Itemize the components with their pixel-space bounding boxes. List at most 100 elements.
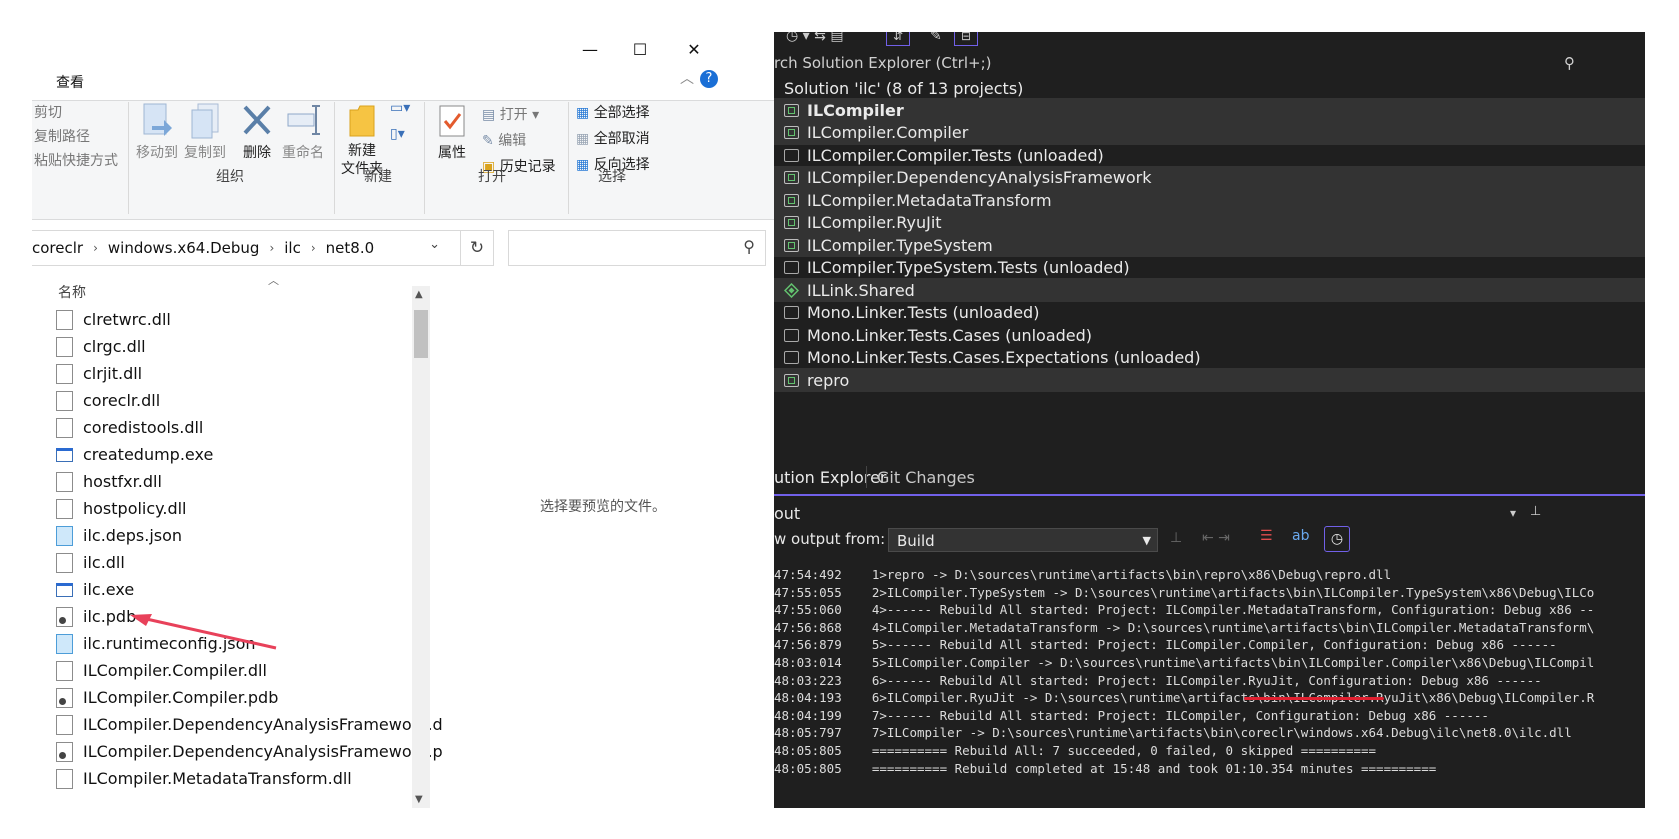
file-row[interactable]: ilc.dll bbox=[56, 549, 412, 576]
edit-button[interactable]: ✎ 编辑 bbox=[482, 130, 526, 150]
paste-shortcut-button[interactable]: 粘贴快捷方式 bbox=[34, 150, 118, 170]
pane-dropdown-icon[interactable]: ▾ bbox=[1510, 506, 1516, 520]
output-toolbar: w output from: Build ▼ ⊥ ⇤ ⇥ ☰ ab ◷ bbox=[774, 524, 1645, 556]
find-message-icon[interactable]: ⊥ bbox=[1170, 530, 1182, 546]
output-source-select[interactable]: Build ▼ bbox=[888, 528, 1158, 552]
file-name: clrgc.dll bbox=[83, 337, 146, 356]
vertical-scrollbar[interactable] bbox=[412, 286, 430, 808]
open-button[interactable]: ▤ 打开 ▾ bbox=[482, 104, 539, 124]
properties-button[interactable]: 属性 bbox=[430, 142, 474, 162]
minimize-button[interactable]: — bbox=[562, 32, 618, 66]
scroll-up-icon[interactable]: ▲ bbox=[415, 289, 423, 300]
move-to-button[interactable]: 移动到 bbox=[132, 142, 182, 162]
select-none-button[interactable]: ▦ 全部取消 bbox=[576, 128, 650, 148]
refresh-button[interactable]: ↻ bbox=[460, 230, 494, 266]
project-name: Mono.Linker.Tests.Cases.Expectations (un… bbox=[807, 348, 1201, 367]
address-bar[interactable]: coreclr › windows.x64.Debug › ilc › net8.0 … bbox=[32, 230, 461, 266]
project-node[interactable]: ILLink.Shared bbox=[774, 278, 1645, 302]
copy-to-button[interactable]: 复制到 bbox=[180, 142, 230, 162]
wrench-icon[interactable]: ✎ bbox=[930, 32, 942, 44]
search-icon: ⚲ bbox=[743, 237, 755, 256]
file-row[interactable]: hostfxr.dll bbox=[56, 468, 412, 495]
file-row[interactable]: coreclr.dll bbox=[56, 387, 412, 414]
project-node[interactable]: Mono.Linker.Tests (unloaded) bbox=[774, 301, 1645, 325]
file-row[interactable]: ilc.exe bbox=[56, 576, 412, 603]
collapse-ribbon-icon[interactable]: ︿ bbox=[680, 68, 694, 88]
solution-explorer-tabs: ution Explorer Git Changes bbox=[774, 462, 1645, 496]
file-name: coredistools.dll bbox=[83, 418, 204, 437]
solution-explorer-search[interactable]: rch Solution Explorer (Ctrl+;) ⚲ bbox=[774, 54, 1645, 76]
search-placeholder: rch Solution Explorer (Ctrl+;) bbox=[774, 54, 992, 72]
breadcrumb-ilc[interactable]: ilc bbox=[284, 239, 301, 257]
file-row[interactable]: ILCompiler.MetadataTransform.dll bbox=[56, 765, 412, 792]
preview-icon[interactable]: ⊟ bbox=[954, 32, 978, 46]
select-all-button[interactable]: ▦ 全部选择 bbox=[576, 102, 650, 122]
maximize-button[interactable]: ☐ bbox=[612, 32, 668, 66]
file-row[interactable]: hostpolicy.dll bbox=[56, 495, 412, 522]
file-name: ILCompiler.Compiler.pdb bbox=[83, 688, 279, 707]
project-node[interactable]: ILCompiler bbox=[774, 98, 1645, 122]
close-button[interactable]: ✕ bbox=[666, 32, 722, 66]
project-node[interactable]: Mono.Linker.Tests.Cases (unloaded) bbox=[774, 323, 1645, 347]
log-line: 47:56:879 5>------ Rebuild All started: … bbox=[774, 637, 1557, 653]
timestamp-toggle-icon[interactable]: ◷ bbox=[1324, 526, 1350, 552]
file-row[interactable]: ILCompiler.DependencyAnalysisFramework.p bbox=[56, 738, 443, 765]
project-node[interactable]: ILCompiler.MetadataTransform bbox=[774, 188, 1645, 212]
solution-node[interactable]: Solution 'ilc' (8 of 13 projects) bbox=[774, 76, 1645, 100]
search-input[interactable]: ⚲ bbox=[508, 230, 766, 266]
file-name: createdump.exe bbox=[83, 445, 214, 464]
unloaded-project-icon bbox=[784, 148, 799, 162]
previous-message-icon[interactable]: ⇤ ⇥ bbox=[1202, 530, 1230, 546]
project-node[interactable]: Mono.Linker.Tests.Cases.Expectations (un… bbox=[774, 346, 1645, 370]
delete-icon bbox=[242, 104, 272, 136]
chevron-right-icon: › bbox=[269, 241, 275, 255]
dll-file-icon bbox=[56, 336, 73, 357]
output-from-label: w output from: bbox=[774, 530, 886, 548]
log-line: 48:03:223 6>------ Rebuild All started: … bbox=[774, 672, 1542, 688]
file-row[interactable]: createdump.exe bbox=[56, 441, 412, 468]
column-header-name[interactable]: 名称 bbox=[58, 282, 86, 302]
ribbon-tab-view[interactable]: 查看 bbox=[56, 72, 84, 92]
tab-git-changes[interactable]: Git Changes bbox=[877, 468, 975, 487]
file-row[interactable]: coredistools.dll bbox=[56, 414, 412, 441]
file-name: ILCompiler.DependencyAnalysisFramework.d bbox=[83, 715, 443, 734]
file-row[interactable]: ILCompiler.DependencyAnalysisFramework.d bbox=[56, 711, 443, 738]
copy-path-button[interactable]: 复制路径 bbox=[34, 126, 90, 146]
project-node[interactable]: ILCompiler.TypeSystem.Tests (unloaded) bbox=[774, 256, 1645, 280]
project-name: ILCompiler.DependencyAnalysisFramework bbox=[807, 168, 1152, 187]
history-icon[interactable]: ◷ ▾ ⇆ ▤ bbox=[786, 32, 844, 44]
rename-button[interactable]: 重命名 bbox=[280, 142, 326, 162]
help-icon[interactable]: ? bbox=[700, 70, 718, 88]
word-wrap-icon[interactable]: ab bbox=[1292, 528, 1309, 544]
breadcrumb-coreclr[interactable]: coreclr bbox=[32, 239, 83, 257]
scrollbar-thumb[interactable] bbox=[414, 310, 428, 358]
easy-access-icon[interactable]: ▯▾ bbox=[390, 126, 405, 142]
scroll-down-icon[interactable]: ▼ bbox=[415, 794, 423, 805]
file-row[interactable]: ilc.deps.json bbox=[56, 522, 412, 549]
tab-solution-explorer[interactable]: ution Explorer bbox=[774, 468, 887, 487]
breadcrumb-net8[interactable]: net8.0 bbox=[326, 239, 374, 257]
file-row[interactable]: ILCompiler.Compiler.dll bbox=[56, 657, 412, 684]
project-node[interactable]: ILCompiler.TypeSystem bbox=[774, 233, 1645, 257]
delete-button[interactable]: 删除 bbox=[234, 142, 280, 162]
breadcrumb-windows-x64-debug[interactable]: windows.x64.Debug bbox=[108, 239, 260, 257]
new-item-icon[interactable]: ▭▾ bbox=[390, 100, 410, 116]
output-log: 47:54:492 1>repro -> D:\sources\runtime\… bbox=[774, 566, 1594, 777]
project-node[interactable]: ILCompiler.Compiler bbox=[774, 120, 1645, 145]
project-node[interactable]: ILCompiler.RyuJit bbox=[774, 210, 1645, 235]
file-row[interactable]: clrjit.dll bbox=[56, 360, 412, 387]
sync-icon[interactable]: ⇵ bbox=[886, 32, 910, 46]
address-dropdown-icon[interactable]: ⌄ bbox=[429, 237, 440, 252]
project-node[interactable]: ILCompiler.Compiler.Tests (unloaded) bbox=[774, 143, 1645, 167]
file-name: ilc.exe bbox=[83, 580, 135, 599]
file-row[interactable]: clrgc.dll bbox=[56, 333, 412, 360]
project-node[interactable]: ILCompiler.DependencyAnalysisFramework bbox=[774, 165, 1645, 190]
output-source-value: Build bbox=[897, 532, 935, 550]
pin-icon[interactable]: ⊥ bbox=[1530, 504, 1541, 519]
cut-button[interactable]: 剪切 bbox=[34, 102, 62, 122]
csharp-project-icon bbox=[784, 216, 799, 229]
file-row[interactable]: clretwrc.dll bbox=[56, 306, 412, 333]
clear-all-icon[interactable]: ☰ bbox=[1260, 528, 1273, 544]
project-node[interactable]: repro bbox=[774, 368, 1645, 392]
file-row[interactable]: ILCompiler.Compiler.pdb bbox=[56, 684, 412, 711]
